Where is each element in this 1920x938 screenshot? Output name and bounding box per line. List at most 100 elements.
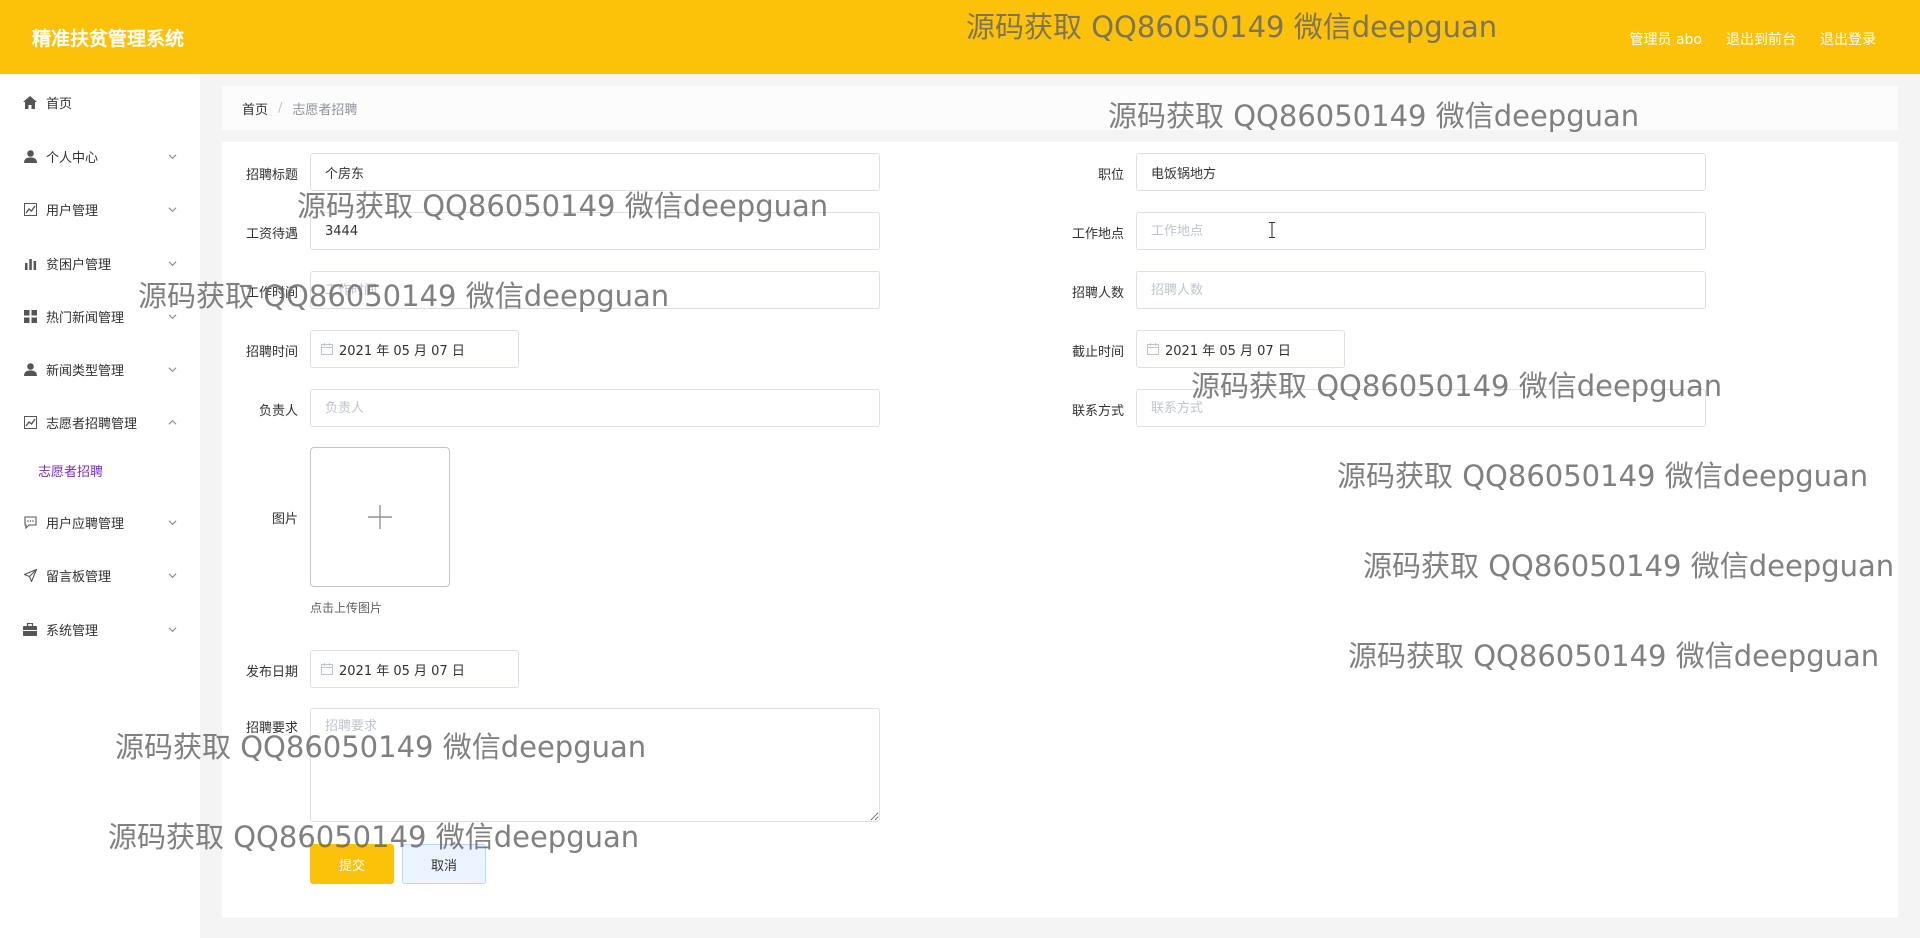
main-content: 首页 / 志愿者招聘 招聘标题 职位 工资待遇 工作地点 工作时间 招聘人数 (200, 74, 1920, 938)
position-label: 职位 (1097, 168, 1124, 183)
location-input[interactable] (1151, 223, 1705, 239)
sidebar-item-label: 新闻类型管理 (46, 363, 125, 379)
chevron-down-icon (168, 206, 177, 212)
manager-input[interactable] (325, 400, 879, 416)
chevron-down-icon (168, 519, 177, 525)
app-title: 精准扶贫管理系统 (32, 28, 185, 50)
briefcase-icon (22, 621, 38, 637)
back-to-front-link[interactable]: 退出到前台 (1726, 29, 1796, 49)
plus-icon (368, 505, 392, 529)
publish-date-label: 发布日期 (245, 665, 298, 680)
salary-input[interactable] (325, 223, 879, 239)
sidebar-item-hot-news-management[interactable]: 热门新闻管理 (0, 296, 200, 336)
sidebar-item-personal-center[interactable]: 个人中心 (0, 136, 200, 176)
contact-field[interactable] (1136, 389, 1706, 427)
recruit-time-picker[interactable]: 2021 年 05 月 07 日 (310, 330, 519, 368)
recruit-time-label: 招聘时间 (245, 345, 298, 360)
text-cursor-icon (1269, 222, 1275, 238)
title-field[interactable] (310, 153, 880, 191)
upload-hint: 点击上传图片 (310, 601, 383, 615)
sidebar-item-label: 系统管理 (46, 623, 99, 639)
worktime-input[interactable] (325, 282, 879, 298)
sidebar-item-label: 热门新闻管理 (46, 310, 125, 326)
person-icon (22, 361, 38, 377)
location-field[interactable] (1136, 212, 1706, 250)
grid-icon (22, 308, 38, 324)
worktime-field[interactable] (310, 271, 880, 309)
position-input[interactable] (1151, 164, 1705, 180)
breadcrumb-current: 志愿者招聘 (292, 102, 358, 118)
requirements-field[interactable] (310, 708, 880, 822)
salary-label: 工资待遇 (245, 227, 298, 242)
sidebar-item-label: 志愿者招聘管理 (46, 416, 138, 432)
headcount-input[interactable] (1151, 282, 1705, 298)
sidebar-item-label: 首页 (46, 96, 73, 112)
image-label: 图片 (271, 512, 298, 527)
sidebar-item-news-type-management[interactable]: 新闻类型管理 (0, 349, 200, 389)
home-icon (22, 94, 38, 110)
sidebar-item-system-management[interactable]: 系统管理 (0, 609, 200, 649)
position-field[interactable] (1136, 153, 1706, 191)
send-icon (22, 567, 38, 583)
chevron-down-icon (168, 153, 177, 159)
sidebar-item-label: 贫困户管理 (46, 257, 112, 273)
chat-icon (22, 514, 38, 530)
logout-link[interactable]: 退出登录 (1820, 29, 1876, 49)
sidebar-item-home[interactable]: 首页 (0, 82, 200, 122)
sidebar-item-label: 个人中心 (46, 150, 99, 166)
sidebar-item-user-management[interactable]: 用户管理 (0, 189, 200, 229)
header-links: 管理员 abo 退出到前台 退出登录 (1630, 29, 1876, 49)
sidebar-item-poor-household-management[interactable]: 贫困户管理 (0, 243, 200, 283)
publish-date-value: 2021 年 05 月 07 日 (339, 663, 465, 679)
top-header: 精准扶贫管理系统 管理员 abo 退出到前台 退出登录 (0, 0, 1920, 74)
breadcrumb: 首页 / 志愿者招聘 (222, 86, 1898, 130)
title-input[interactable] (325, 164, 879, 180)
breadcrumb-home[interactable]: 首页 (242, 99, 268, 118)
contact-input[interactable] (1151, 400, 1705, 416)
location-label: 工作地点 (1071, 227, 1124, 242)
chart-box-icon (22, 201, 38, 217)
sidebar-item-label: 留言板管理 (46, 569, 112, 585)
manager-field[interactable] (310, 389, 880, 427)
person-icon (22, 148, 38, 164)
sidebar-item-user-application-management[interactable]: 用户应聘管理 (0, 502, 200, 542)
chevron-down-icon (168, 366, 177, 372)
calendar-icon (321, 663, 333, 675)
recruitment-form: 招聘标题 职位 工资待遇 工作地点 工作时间 招聘人数 招聘时间 (222, 142, 1898, 918)
chevron-up-icon (168, 419, 177, 425)
chevron-down-icon (168, 572, 177, 578)
calendar-icon (321, 343, 333, 355)
deadline-value: 2021 年 05 月 07 日 (1165, 343, 1291, 359)
image-uploader[interactable] (310, 447, 450, 587)
requirements-textarea[interactable] (311, 709, 879, 821)
salary-field[interactable] (310, 212, 880, 250)
publish-date-picker[interactable]: 2021 年 05 月 07 日 (310, 650, 519, 688)
bar-chart-icon (22, 255, 38, 271)
sidebar-item-label: 用户管理 (46, 203, 99, 219)
deadline-label: 截止时间 (1071, 345, 1124, 360)
chart-box-icon (22, 414, 38, 430)
sidebar-item-volunteer-recruitment-management[interactable]: 志愿者招聘管理 (0, 402, 200, 442)
sidebar: 首页 个人中心 用户管理 贫困户管理 热门新闻管理 新闻类型管理 志愿者招聘管理… (0, 74, 200, 938)
chevron-down-icon (168, 313, 177, 319)
chevron-down-icon (168, 260, 177, 266)
sidebar-subitem-label: 志愿者招聘 (38, 464, 104, 480)
manager-label: 负责人 (258, 404, 298, 419)
chevron-down-icon (168, 626, 177, 632)
headcount-label: 招聘人数 (1071, 286, 1124, 301)
sidebar-item-message-board-management[interactable]: 留言板管理 (0, 555, 200, 595)
calendar-icon (1147, 343, 1159, 355)
sidebar-item-label: 用户应聘管理 (46, 516, 125, 532)
sidebar-subitem-volunteer-recruitment[interactable]: 志愿者招聘 (0, 452, 200, 488)
contact-label: 联系方式 (1071, 404, 1124, 419)
deadline-picker[interactable]: 2021 年 05 月 07 日 (1136, 330, 1345, 368)
requirements-label: 招聘要求 (245, 721, 298, 736)
submit-button[interactable]: 提交 (310, 844, 394, 884)
worktime-label: 工作时间 (245, 286, 298, 301)
cancel-button[interactable]: 取消 (402, 844, 486, 884)
current-user-label[interactable]: 管理员 abo (1630, 29, 1702, 49)
title-label: 招聘标题 (245, 168, 298, 183)
breadcrumb-separator: / (278, 100, 283, 116)
recruit-time-value: 2021 年 05 月 07 日 (339, 343, 465, 359)
headcount-field[interactable] (1136, 271, 1706, 309)
